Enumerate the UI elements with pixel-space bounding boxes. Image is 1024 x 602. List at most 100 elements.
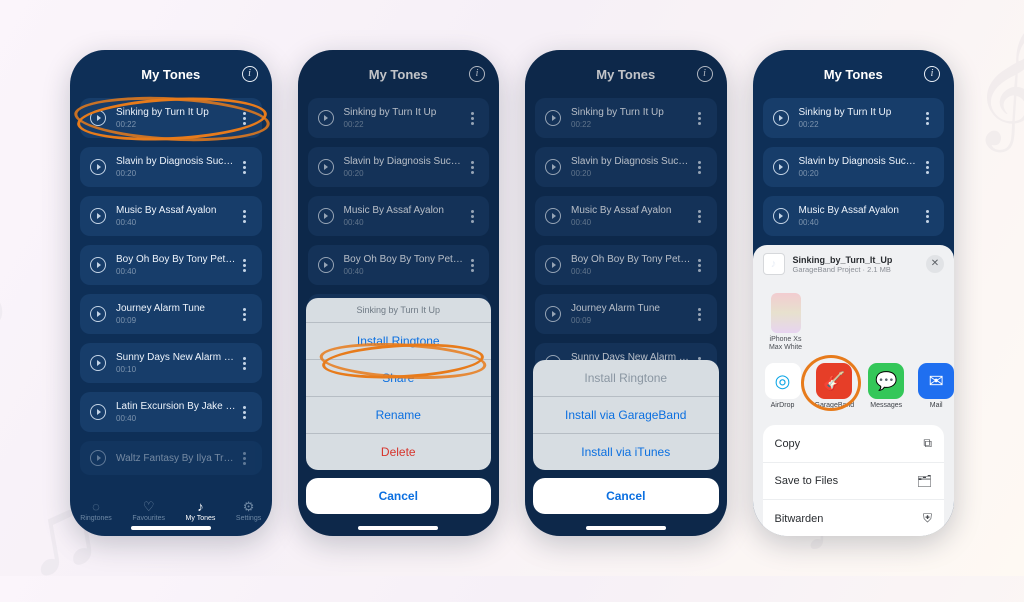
close-icon[interactable]: ✕	[926, 255, 944, 273]
delete-button[interactable]: Delete	[306, 433, 492, 470]
ringtone-icon: ◌	[92, 500, 100, 513]
tab-bar: ◌Ringtones ♡Favourites ♪My Tones ⚙Settin…	[70, 496, 272, 536]
tone-title: Music By Assaf Ayalon	[116, 205, 238, 216]
more-icon[interactable]	[920, 161, 934, 174]
play-icon[interactable]	[90, 404, 106, 420]
share-app-messages[interactable]: 💬Messages	[868, 363, 904, 409]
cancel-button[interactable]: Cancel	[533, 478, 719, 514]
install-itunes-button[interactable]: Install via iTunes	[533, 433, 719, 470]
page-title: My Tones	[824, 67, 883, 82]
tone-duration: 00:10	[116, 365, 238, 374]
copy-action[interactable]: Copy⧉	[763, 425, 945, 462]
tone-row[interactable]: Sinking by Turn It Up00:22	[763, 98, 945, 138]
bitwarden-action[interactable]: Bitwarden⛨	[763, 499, 945, 536]
share-app-garageband[interactable]: 🎸GarageBand	[815, 363, 855, 409]
play-icon[interactable]	[90, 159, 106, 175]
tone-duration: 00:40	[116, 218, 238, 227]
rename-button[interactable]: Rename	[306, 396, 492, 433]
play-icon[interactable]	[90, 306, 106, 322]
tones-list: Sinking by Turn It Up 00:22 Slavin by Dia…	[70, 98, 272, 496]
install-garageband-button[interactable]: Install via GarageBand	[533, 396, 719, 433]
tone-row[interactable]: Journey Alarm Tune 00:09	[80, 294, 262, 334]
more-icon[interactable]	[238, 210, 252, 223]
more-icon[interactable]	[920, 210, 934, 223]
share-file-meta: GarageBand Project · 2.1 MB	[793, 265, 919, 274]
share-app-mail[interactable]: ✉Mail	[918, 363, 954, 409]
share-file-name: Sinking_by_Turn_It_Up	[793, 255, 919, 265]
play-icon[interactable]	[773, 159, 789, 175]
more-icon[interactable]	[238, 357, 252, 370]
play-icon[interactable]	[90, 450, 106, 466]
tone-row[interactable]: Music By Assaf Ayalon00:40	[763, 196, 945, 236]
tone-row[interactable]: Boy Oh Boy By Tony Petersen 00:40	[80, 245, 262, 285]
tone-row[interactable]: Sinking by Turn It Up 00:22	[80, 98, 262, 138]
heart-icon: ♡	[143, 500, 155, 513]
share-app-airdrop[interactable]: ◎AirDrop	[765, 363, 801, 409]
more-icon[interactable]	[238, 452, 252, 465]
sheet-header: Install Ringtone	[533, 360, 719, 396]
tab-settings[interactable]: ⚙Settings	[236, 500, 261, 522]
sheet-header: Sinking by Turn It Up	[306, 298, 492, 322]
device-label: iPhone Xs Max White	[765, 336, 807, 351]
install-ringtone-button[interactable]: Install Ringtone	[306, 322, 492, 359]
tone-row[interactable]: Music By Assaf Ayalon 00:40	[80, 196, 262, 236]
messages-icon: 💬	[868, 363, 904, 399]
tone-duration: 00:40	[116, 267, 238, 276]
more-icon[interactable]	[238, 308, 252, 321]
page-title: My Tones	[141, 67, 200, 82]
screen-2-item-menu: My Tones i Sinking by Turn It Up00:22 Sl…	[298, 50, 500, 536]
more-icon[interactable]	[238, 259, 252, 272]
note-icon: ♪	[197, 500, 204, 513]
tab-favourites[interactable]: ♡Favourites	[132, 500, 165, 522]
device-icon	[771, 293, 801, 333]
more-icon[interactable]	[238, 406, 252, 419]
cancel-button[interactable]: Cancel	[306, 478, 492, 514]
more-icon[interactable]	[920, 112, 934, 125]
copy-icon: ⧉	[923, 436, 932, 451]
action-sheet: Install Ringtone Install via GarageBand …	[533, 360, 719, 514]
tone-row[interactable]: Sunny Days New Alarm Sou... 00:10	[80, 343, 262, 383]
airdrop-device[interactable]: iPhone Xs Max White	[765, 293, 807, 351]
play-icon[interactable]	[90, 355, 106, 371]
tone-duration: 00:09	[116, 316, 238, 325]
airdrop-icon: ◎	[765, 363, 801, 399]
share-sheet: ♪ Sinking_by_Turn_It_Up GarageBand Proje…	[753, 245, 955, 536]
info-icon[interactable]: i	[242, 66, 258, 82]
tone-row[interactable]: Waltz Fantasy By Ilya Truhan...	[80, 441, 262, 475]
tone-duration: 00:22	[116, 120, 238, 129]
tone-title: Boy Oh Boy By Tony Petersen	[116, 254, 238, 265]
tone-duration: 00:40	[116, 414, 238, 423]
gear-icon: ⚙	[243, 500, 255, 513]
play-icon[interactable]	[773, 208, 789, 224]
shield-icon: ⛨	[923, 511, 932, 526]
tab-ringtones[interactable]: ◌Ringtones	[80, 500, 112, 522]
screen-4-share-sheet: My Tones i Sinking by Turn It Up00:22 Sl…	[753, 50, 955, 536]
share-actions: Copy⧉ Save to Files🗂 Bitwarden⛨	[763, 425, 945, 536]
garageband-icon: 🎸	[816, 363, 852, 399]
tone-title: Waltz Fantasy By Ilya Truhan...	[116, 453, 238, 464]
tone-title: Journey Alarm Tune	[116, 303, 238, 314]
save-to-files-action[interactable]: Save to Files🗂	[763, 462, 945, 499]
screen-3-install-menu: My Tones i Sinking by Turn It Up00:22 Sl…	[525, 50, 727, 536]
play-icon[interactable]	[90, 208, 106, 224]
more-icon[interactable]	[238, 112, 252, 125]
mail-icon: ✉	[918, 363, 954, 399]
more-icon[interactable]	[238, 161, 252, 174]
tab-my-tones[interactable]: ♪My Tones	[186, 500, 216, 522]
tone-title: Sinking by Turn It Up	[116, 107, 238, 118]
info-icon[interactable]: i	[924, 66, 940, 82]
play-icon[interactable]	[90, 110, 106, 126]
action-sheet: Sinking by Turn It Up Install Ringtone S…	[306, 298, 492, 514]
play-icon[interactable]	[773, 110, 789, 126]
play-icon[interactable]	[90, 257, 106, 273]
file-thumbnail-icon: ♪	[763, 253, 785, 275]
tone-row[interactable]: Latin Excursion By Jake Bra... 00:40	[80, 392, 262, 432]
folder-icon: 🗂	[917, 474, 932, 488]
tone-row[interactable]: Slavin by Diagnosis Success 00:20	[80, 147, 262, 187]
tone-title: Sunny Days New Alarm Sou...	[116, 352, 238, 363]
share-button[interactable]: Share	[306, 359, 492, 396]
tone-title: Slavin by Diagnosis Success	[116, 156, 238, 167]
tone-row[interactable]: Slavin by Diagnosis Success00:20	[763, 147, 945, 187]
tone-duration: 00:20	[116, 169, 238, 178]
tone-title: Latin Excursion By Jake Bra...	[116, 401, 238, 412]
